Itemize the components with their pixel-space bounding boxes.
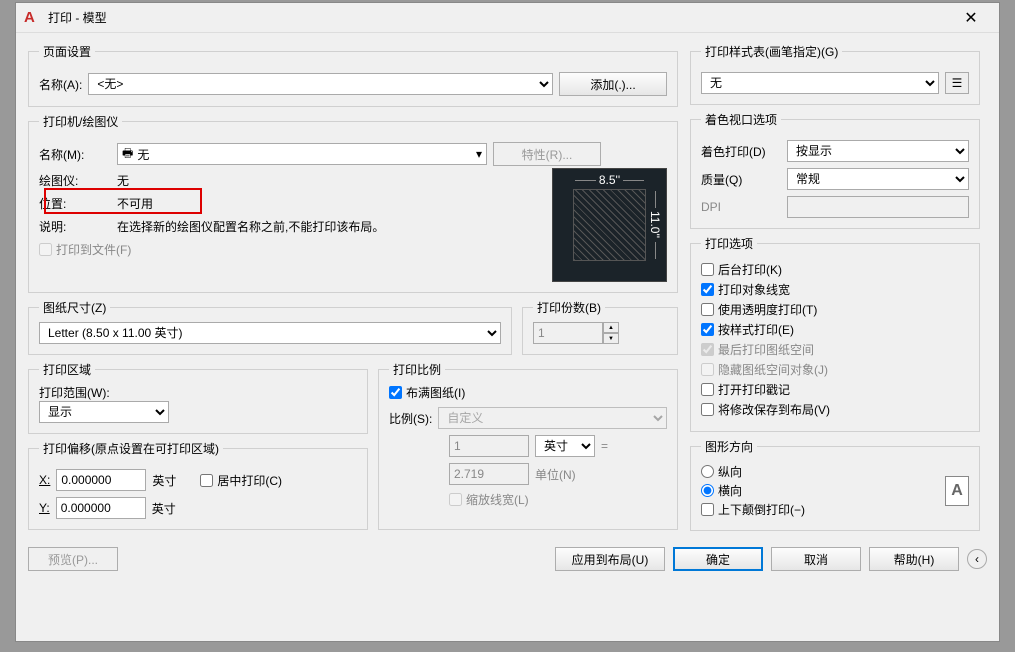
copies-spinner[interactable]: ▲▼ (533, 322, 667, 344)
offset-x-unit: 英寸 (152, 472, 176, 489)
opt-background-checkbox[interactable]: 后台打印(K) (701, 261, 969, 278)
opt-paperspace-last-checkbox: 最后打印图纸空间 (701, 341, 969, 358)
what-to-plot-select[interactable]: 显示 (39, 401, 169, 423)
orient-portrait-radio[interactable]: 纵向 (701, 463, 935, 480)
ok-button[interactable]: 确定 (673, 547, 763, 571)
location-value: 不可用 (117, 195, 153, 212)
paper-size-group: 图纸尺寸(Z) Letter (8.50 x 11.00 英寸) (28, 299, 512, 355)
offset-legend: 打印偏移(原点设置在可打印区域) (39, 440, 223, 457)
scale-den-input (449, 463, 529, 485)
scale-lineweights-checkbox: 缩放线宽(L) (449, 491, 529, 508)
printer-name-combo[interactable]: 🖶 无 ▾ (117, 143, 487, 165)
paper-width-label: 8.5'' (596, 173, 623, 187)
plotter-value: 无 (117, 172, 129, 189)
offset-x-label: X: (39, 473, 50, 487)
paper-height-label: 11.0'' (648, 208, 662, 241)
offset-group: 打印偏移(原点设置在可打印区域) X: 英寸 居中打印(C) (28, 440, 368, 530)
printer-name-value: 无 (137, 146, 472, 163)
close-icon[interactable]: ✕ (951, 8, 991, 28)
offset-y-label: Y: (39, 501, 50, 515)
plot-area-legend: 打印区域 (39, 361, 95, 378)
equals-label: = (601, 439, 608, 453)
page-setup-name-select[interactable]: <无> (88, 73, 553, 95)
spin-up-icon[interactable]: ▲ (603, 322, 619, 333)
list-icon: ☰ (952, 76, 963, 90)
desc-label: 说明: (39, 218, 111, 235)
offset-y-unit: 英寸 (152, 500, 176, 517)
scale-group: 打印比例 布满图纸(I) 比例(S): 自定义 英寸 = (378, 361, 678, 530)
orientation-icon: A (945, 476, 969, 506)
dpi-input (787, 196, 969, 218)
printer-icon: 🖶 (122, 144, 133, 165)
app-icon: A (24, 9, 42, 27)
scale-unit1-select[interactable]: 英寸 (535, 435, 595, 457)
fit-to-paper-checkbox[interactable]: 布满图纸(I) (389, 384, 667, 401)
opt-plotstyles-checkbox[interactable]: 按样式打印(E) (701, 321, 969, 338)
scale-label: 比例(S): (389, 410, 432, 427)
printer-properties-button: 特性(R)... (493, 142, 601, 166)
orient-upside-checkbox[interactable]: 上下颠倒打印(−) (701, 501, 935, 518)
center-plot-checkbox[interactable]: 居中打印(C) (200, 472, 282, 489)
paper-size-legend: 图纸尺寸(Z) (39, 299, 110, 316)
plot-to-file-checkbox: 打印到文件(F) (39, 241, 131, 258)
scale-num-input (449, 435, 529, 457)
apply-to-layout-button[interactable]: 应用到布局(U) (555, 547, 665, 571)
spin-down-icon[interactable]: ▼ (603, 333, 619, 344)
shaded-viewport-group: 着色视口选项 着色打印(D) 按显示 质量(Q) 常规 DPI (690, 111, 980, 229)
copies-legend: 打印份数(B) (533, 299, 605, 316)
plot-style-legend: 打印样式表(画笔指定)(G) (701, 43, 842, 60)
page-setup-name-label: 名称(A): (39, 76, 82, 93)
opt-hide-paperspace-checkbox: 隐藏图纸空间对象(J) (701, 361, 969, 378)
plot-area-group: 打印区域 打印范围(W): 显示 (28, 361, 368, 434)
plotter-label: 绘图仪: (39, 172, 111, 189)
paper-preview: 8.5'' 11.0'' (552, 168, 667, 282)
chevron-down-icon: ▾ (476, 147, 482, 161)
plot-style-select[interactable]: 无 (701, 72, 939, 94)
scale-select: 自定义 (438, 407, 667, 429)
orientation-group: 图形方向 纵向 横向 上下颠倒打印(−) A (690, 438, 980, 531)
opt-lineweights-checkbox[interactable]: 打印对象线宽 (701, 281, 969, 298)
plot-style-group: 打印样式表(画笔指定)(G) 无 ☰ (690, 43, 980, 105)
shaded-legend: 着色视口选项 (701, 111, 781, 128)
printer-group: 打印机/绘图仪 名称(M): 🖶 无 ▾ 特性(R)... 绘图仪: 无 位置: (28, 113, 678, 293)
titlebar: A 打印 - 模型 ✕ (16, 3, 999, 33)
page-setup-legend: 页面设置 (39, 43, 95, 60)
shade-plot-select[interactable]: 按显示 (787, 140, 969, 162)
quality-select[interactable]: 常规 (787, 168, 969, 190)
location-label: 位置: (39, 195, 111, 212)
paper-size-select[interactable]: Letter (8.50 x 11.00 英寸) (39, 322, 501, 344)
copies-group: 打印份数(B) ▲▼ (522, 299, 678, 355)
desc-value: 在选择新的绘图仪配置名称之前,不能打印该布局。 (117, 218, 384, 235)
offset-y-input[interactable] (56, 497, 146, 519)
shade-plot-label: 着色打印(D) (701, 143, 781, 160)
opt-transparency-checkbox[interactable]: 使用透明度打印(T) (701, 301, 969, 318)
opt-stamp-checkbox[interactable]: 打开打印戳记 (701, 381, 969, 398)
scale-legend: 打印比例 (389, 361, 445, 378)
plot-style-edit-button[interactable]: ☰ (945, 72, 969, 94)
plot-options-group: 打印选项 后台打印(K) 打印对象线宽 使用透明度打印(T) 按样式打印(E) … (690, 235, 980, 432)
add-pagesetup-button[interactable]: 添加(.)... (559, 72, 667, 96)
offset-x-input[interactable] (56, 469, 146, 491)
preview-button: 预览(P)... (28, 547, 118, 571)
orient-landscape-radio[interactable]: 横向 (701, 482, 935, 499)
what-to-plot-label: 打印范围(W): (39, 384, 357, 401)
dialog-title: 打印 - 模型 (48, 9, 951, 26)
help-button[interactable]: 帮助(H) (869, 547, 959, 571)
plot-options-legend: 打印选项 (701, 235, 757, 252)
quality-label: 质量(Q) (701, 171, 781, 188)
printer-legend: 打印机/绘图仪 (39, 113, 122, 130)
cancel-button[interactable]: 取消 (771, 547, 861, 571)
opt-save-layout-checkbox[interactable]: 将修改保存到布局(V) (701, 401, 969, 418)
orientation-legend: 图形方向 (701, 438, 757, 455)
expand-icon[interactable]: ‹ (967, 549, 987, 569)
page-setup-group: 页面设置 名称(A): <无> 添加(.)... (28, 43, 678, 107)
printer-name-label: 名称(M): (39, 146, 111, 163)
scale-unit2-label: 单位(N) (535, 466, 595, 483)
dpi-label: DPI (701, 200, 781, 214)
